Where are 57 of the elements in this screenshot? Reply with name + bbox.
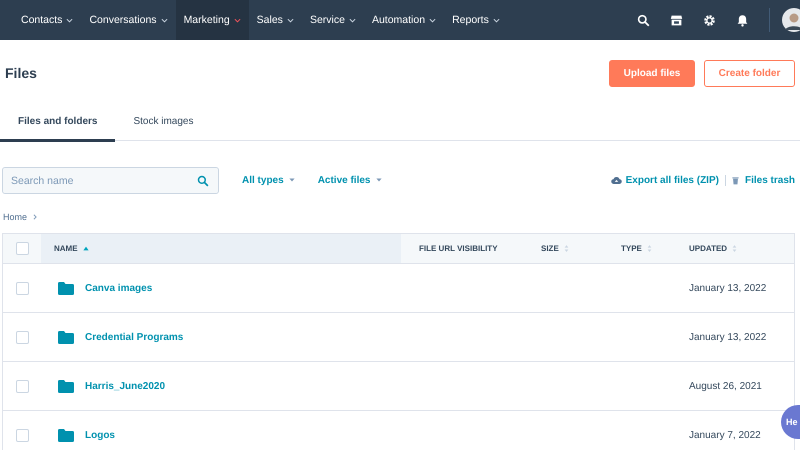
- trash-icon: [732, 176, 739, 185]
- folder-icon: [58, 330, 74, 344]
- caret-icon: [288, 178, 295, 182]
- tab[interactable]: Stock images: [115, 116, 212, 142]
- settings-icon[interactable]: [703, 14, 716, 26]
- folder-icon: [58, 380, 74, 392]
- column-header[interactable]: TYPE: [603, 234, 671, 263]
- search-icon[interactable]: [637, 14, 650, 26]
- chevron-icon: [429, 18, 436, 22]
- avatar[interactable]: [782, 8, 800, 32]
- row-checkbox[interactable]: [16, 282, 29, 294]
- nav-menu-item[interactable]: Contacts: [13, 0, 82, 40]
- nav-menu-item[interactable]: Sales: [248, 0, 302, 40]
- cloud-upload-icon: [610, 176, 622, 185]
- breadcrumb-link[interactable]: Home: [3, 212, 28, 222]
- select-all-checkbox[interactable]: [16, 242, 29, 255]
- column-header[interactable]: SIZE: [523, 234, 603, 263]
- column-header[interactable]: UPDATED: [671, 234, 794, 263]
- tab[interactable]: Files and folders: [0, 116, 116, 142]
- folder-icon: [58, 282, 74, 294]
- folder-name-link[interactable]: Credential Programs: [85, 332, 184, 342]
- updated-date: August 26, 2021: [689, 380, 762, 392]
- search-field[interactable]: Search name: [2, 167, 219, 194]
- chevron-icon: [492, 18, 500, 22]
- filter-dropdown[interactable]: All types: [239, 175, 295, 186]
- nav-menu-item[interactable]: Marketing: [176, 0, 249, 40]
- updated-date: January 13, 2022: [689, 282, 766, 294]
- row-checkbox[interactable]: [16, 428, 29, 442]
- folder-icon: [58, 428, 74, 442]
- caret-icon: [376, 178, 382, 182]
- updated-date: January 7, 2022: [689, 430, 761, 440]
- search-icon: [197, 175, 209, 187]
- nav-menu-item[interactable]: Conversations: [81, 0, 176, 40]
- files-trash-link[interactable]: Files trash: [744, 175, 795, 186]
- row-checkbox[interactable]: [16, 330, 29, 344]
- row-checkbox[interactable]: [16, 380, 29, 392]
- column-header[interactable]: FILE URL VISIBILITY: [401, 234, 523, 263]
- folder-name-link[interactable]: Logos: [85, 430, 115, 440]
- updated-date: January 13, 2022: [689, 332, 766, 342]
- chevron-icon: [33, 214, 38, 220]
- help-button[interactable]: He: [781, 405, 800, 439]
- folder-name-link[interactable]: Harris_June2020: [85, 380, 166, 392]
- chevron-icon: [160, 18, 168, 22]
- chevron-icon: [348, 18, 356, 22]
- chevron-icon: [234, 18, 241, 22]
- page-title: Files: [5, 65, 37, 81]
- notification-bell-icon[interactable]: [736, 14, 749, 26]
- column-header[interactable]: NAME: [41, 234, 401, 263]
- nav-menu-item[interactable]: Automation: [364, 0, 444, 40]
- storefront-icon[interactable]: [670, 14, 683, 26]
- nav-menu-item[interactable]: Service: [302, 0, 364, 40]
- filter-dropdown[interactable]: Active files: [314, 175, 382, 186]
- nav-menu-item[interactable]: Reports: [444, 0, 508, 40]
- export-all-files-link[interactable]: Export all files (ZIP): [626, 175, 719, 186]
- chevron-icon: [286, 18, 294, 22]
- folder-name-link[interactable]: Canva images: [85, 282, 152, 294]
- chevron-icon: [66, 18, 74, 22]
